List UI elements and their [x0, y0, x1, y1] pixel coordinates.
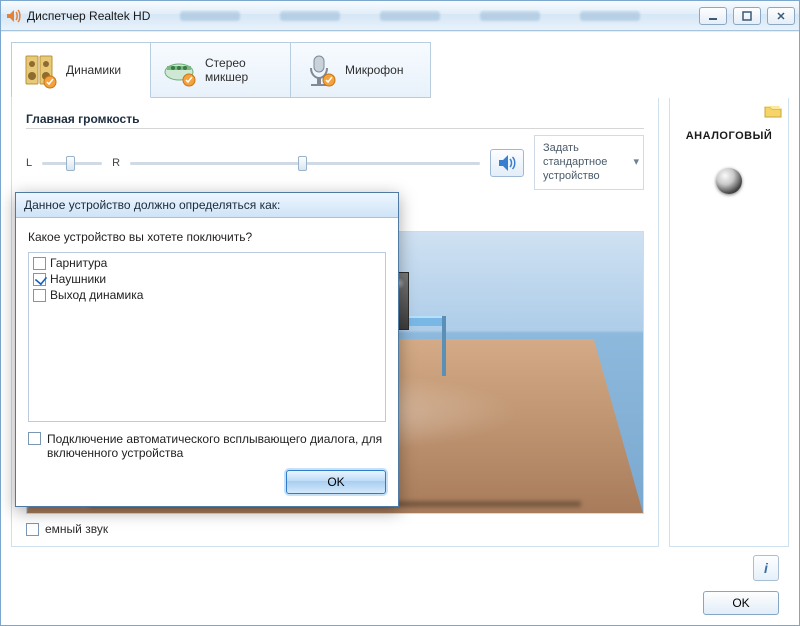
checkbox[interactable]	[33, 257, 46, 270]
balance-l-label: L	[26, 157, 32, 169]
dialog-ok-button[interactable]: OK	[286, 470, 386, 494]
option-headphones[interactable]: Наушники	[31, 271, 383, 287]
speakers-icon	[20, 50, 60, 90]
tab-label: Микрофон	[345, 63, 403, 77]
default-device-dropdown[interactable]: Задать стандартное устройство ▾	[534, 135, 644, 190]
info-button[interactable]: i	[753, 555, 779, 581]
ok-button[interactable]: OK	[703, 591, 779, 615]
chevron-down-icon: ▾	[633, 156, 639, 170]
surround-label: емный звук	[45, 522, 108, 536]
sound-icon	[497, 154, 517, 172]
volume-section-title: Главная громкость	[26, 112, 644, 126]
default-device-label: Задать стандартное устройство	[543, 142, 607, 182]
option-headset[interactable]: Гарнитура	[31, 255, 383, 271]
titlebar[interactable]: Диспетчер Realtek HD	[1, 1, 799, 31]
option-label: Наушники	[50, 271, 106, 287]
checkbox[interactable]	[33, 289, 46, 302]
audio-jack[interactable]	[716, 168, 742, 194]
balance-slider[interactable]	[42, 154, 102, 172]
balance-r-label: R	[112, 157, 120, 169]
background-blur	[150, 11, 699, 21]
minimize-button[interactable]	[699, 7, 727, 25]
close-button[interactable]	[767, 7, 795, 25]
maximize-button[interactable]	[733, 7, 761, 25]
tab-label: Динамики	[66, 63, 121, 77]
tab-speakers[interactable]: Динамики	[11, 42, 151, 98]
option-speaker-out[interactable]: Выход динамика	[31, 287, 383, 303]
speaker-icon	[5, 8, 21, 24]
dialog-question: Какое устройство вы хотете поключить?	[28, 230, 386, 244]
analog-title: АНАЛОГОВЫЙ	[678, 130, 780, 142]
auto-popup-checkbox[interactable]	[28, 432, 41, 445]
tab-stereo-mix[interactable]: Стерео микшер	[151, 42, 291, 98]
microphone-icon	[299, 50, 339, 90]
device-option-list: Гарнитура Наушники Выход динамика	[28, 252, 386, 422]
mixer-icon	[159, 50, 199, 90]
option-label: Гарнитура	[50, 255, 107, 271]
footer: i	[11, 547, 789, 591]
window-title: Диспетчер Realtek HD	[27, 9, 150, 23]
device-tabs: Динамики Стерео микшер Микрофон	[11, 42, 789, 98]
info-icon: i	[764, 560, 768, 576]
folder-icon[interactable]	[764, 104, 782, 118]
client-area: Динамики Стерео микшер Микрофон Главная …	[1, 31, 799, 625]
tab-label: Стерео микшер	[205, 56, 282, 84]
checkbox[interactable]	[33, 273, 46, 286]
analog-panel: АНАЛОГОВЫЙ	[669, 98, 789, 547]
app-window: Диспетчер Realtek HD Динамики	[0, 0, 800, 626]
option-label: Выход динамика	[50, 287, 143, 303]
device-detect-dialog: Данное устройство должно определяться ка…	[15, 192, 399, 507]
dialog-ok-label: OK	[327, 475, 344, 489]
ok-label: OK	[732, 596, 749, 610]
tab-microphone[interactable]: Микрофон	[291, 42, 431, 98]
mute-button[interactable]	[490, 149, 524, 177]
main-volume-slider[interactable]	[130, 154, 480, 172]
auto-popup-label: Подключение автоматического всплывающего…	[47, 432, 386, 460]
surround-checkbox[interactable]	[26, 523, 39, 536]
dialog-title[interactable]: Данное устройство должно определяться ка…	[16, 193, 398, 218]
